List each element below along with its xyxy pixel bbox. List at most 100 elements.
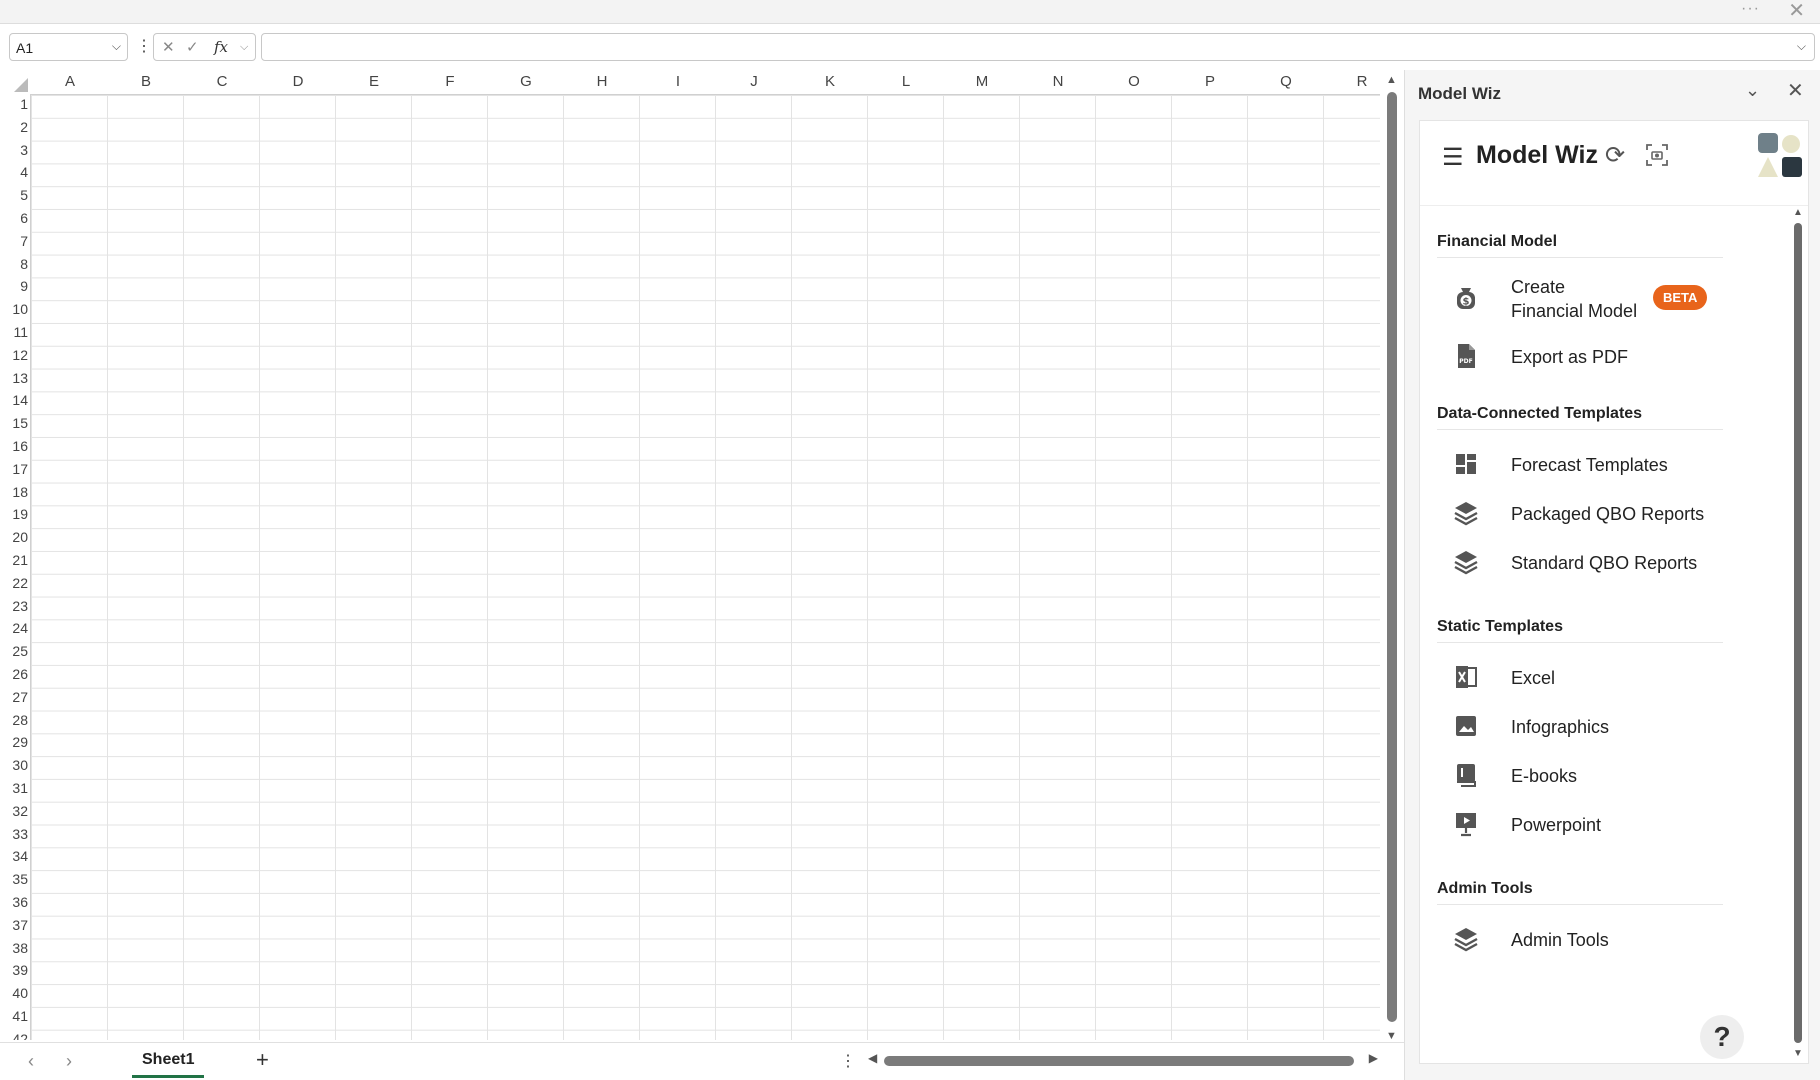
row-header[interactable]: 10	[4, 301, 30, 317]
sheet-tab-sheet1[interactable]: Sheet1	[132, 1047, 205, 1078]
column-header[interactable]: A	[32, 73, 108, 90]
help-button[interactable]: ?	[1700, 1015, 1744, 1059]
row-header[interactable]: 17	[4, 461, 30, 477]
row-header[interactable]: 2	[4, 119, 30, 135]
column-header[interactable]: J	[716, 73, 792, 90]
row-header[interactable]: 40	[4, 985, 30, 1001]
row-header[interactable]: 5	[4, 187, 30, 203]
column-header[interactable]: C	[184, 73, 260, 90]
row-header[interactable]: 11	[4, 324, 30, 340]
enter-icon[interactable]: ✓	[186, 38, 199, 56]
cancel-icon[interactable]: ✕	[162, 38, 175, 56]
row-header[interactable]: 41	[4, 1008, 30, 1024]
forecast-templates-item[interactable]: Forecast Templates	[1437, 443, 1737, 487]
packaged-qbo-reports-item[interactable]: Packaged QBO Reports	[1437, 492, 1737, 536]
screenshot-icon[interactable]	[1646, 144, 1668, 166]
name-box[interactable]: A1 ⌵	[9, 33, 128, 61]
row-header[interactable]: 24	[4, 620, 30, 636]
create-financial-model-item[interactable]: $ Create Financial Model BETA	[1437, 271, 1737, 331]
infographics-item[interactable]: Infographics	[1437, 705, 1737, 749]
row-header[interactable]: 4	[4, 164, 30, 180]
export-as-pdf-item[interactable]: PDF Export as PDF	[1437, 335, 1737, 379]
row-header[interactable]: 13	[4, 370, 30, 386]
standard-qbo-reports-item[interactable]: Standard QBO Reports	[1437, 541, 1737, 585]
row-header[interactable]: 20	[4, 529, 30, 545]
scroll-up-icon[interactable]: ▲	[1386, 74, 1397, 86]
row-header[interactable]: 19	[4, 506, 30, 522]
add-sheet-button[interactable]: +	[256, 1047, 269, 1073]
row-header[interactable]: 9	[4, 278, 30, 294]
admin-tools-item[interactable]: Admin Tools	[1437, 918, 1737, 962]
row-header[interactable]: 25	[4, 643, 30, 659]
column-header[interactable]: P	[1172, 73, 1248, 90]
powerpoint-item[interactable]: Powerpoint	[1437, 803, 1737, 847]
row-header[interactable]: 23	[4, 598, 30, 614]
column-header[interactable]: N	[1020, 73, 1096, 90]
row-header[interactable]: 21	[4, 552, 30, 568]
refresh-icon[interactable]: ⟳	[1605, 141, 1625, 170]
scroll-right-icon[interactable]: ▶	[1369, 1051, 1378, 1065]
horizontal-scrollbar[interactable]: ◀ ▶	[868, 1051, 1378, 1069]
column-header[interactable]: I	[640, 73, 716, 90]
row-header[interactable]: 31	[4, 780, 30, 796]
row-header[interactable]: 32	[4, 803, 30, 819]
select-all-corner[interactable]	[14, 78, 28, 92]
row-header[interactable]: 35	[4, 871, 30, 887]
close-window-icon[interactable]: ✕	[1788, 0, 1805, 23]
row-header[interactable]: 29	[4, 734, 30, 750]
row-header[interactable]: 37	[4, 917, 30, 933]
row-header[interactable]: 26	[4, 666, 30, 682]
next-sheet-icon[interactable]: ›	[66, 1051, 72, 1072]
row-header[interactable]: 34	[4, 848, 30, 864]
excel-item[interactable]: Excel	[1437, 656, 1737, 700]
row-header[interactable]: 1	[4, 96, 30, 112]
sheet-more-icon[interactable]: ⋮	[840, 1051, 856, 1071]
pane-scrollbar[interactable]: ▲ ▼	[1790, 207, 1806, 1059]
scroll-left-icon[interactable]: ◀	[868, 1051, 877, 1065]
scroll-up-icon[interactable]: ▲	[1793, 207, 1803, 218]
column-header[interactable]: H	[564, 73, 640, 90]
row-header[interactable]: 27	[4, 689, 30, 705]
column-header[interactable]: L	[868, 73, 944, 90]
column-header[interactable]: M	[944, 73, 1020, 90]
formula-more-icon[interactable]: ⋮	[136, 36, 152, 56]
column-header[interactable]: O	[1096, 73, 1172, 90]
column-header[interactable]: F	[412, 73, 488, 90]
prev-sheet-icon[interactable]: ‹	[28, 1051, 34, 1072]
row-header[interactable]: 18	[4, 484, 30, 500]
insert-function-icon[interactable]: fx	[214, 38, 228, 56]
chevron-down-icon[interactable]: ⌵	[112, 39, 121, 54]
chevron-down-icon[interactable]: ⌵	[240, 41, 248, 54]
row-header[interactable]: 14	[4, 392, 30, 408]
scroll-down-icon[interactable]: ▼	[1386, 1030, 1397, 1042]
row-header[interactable]: 22	[4, 575, 30, 591]
spreadsheet-grid[interactable]	[30, 94, 1380, 1040]
column-header[interactable]: D	[260, 73, 336, 90]
row-header[interactable]: 39	[4, 962, 30, 978]
row-header[interactable]: 8	[4, 256, 30, 272]
row-header[interactable]: 3	[4, 142, 30, 158]
scroll-thumb[interactable]	[884, 1056, 1354, 1066]
row-header[interactable]: 30	[4, 757, 30, 773]
vertical-scrollbar[interactable]: ▲ ▼	[1384, 74, 1400, 1042]
close-icon[interactable]: ✕	[1787, 78, 1804, 103]
row-header[interactable]: 36	[4, 894, 30, 910]
more-options-icon[interactable]: ···	[1741, 0, 1760, 18]
column-header[interactable]: K	[792, 73, 868, 90]
row-header[interactable]: 16	[4, 438, 30, 454]
row-header[interactable]: 33	[4, 826, 30, 842]
row-header[interactable]: 28	[4, 712, 30, 728]
expand-formula-icon[interactable]: ⌵	[1797, 39, 1806, 54]
e-books-item[interactable]: E-books	[1437, 754, 1737, 798]
row-header[interactable]: 42	[4, 1031, 30, 1040]
formula-input[interactable]: ⌵	[261, 33, 1815, 61]
scroll-thumb[interactable]	[1387, 92, 1397, 1022]
column-header[interactable]: E	[336, 73, 412, 90]
scroll-thumb[interactable]	[1794, 223, 1802, 1043]
row-header[interactable]: 15	[4, 415, 30, 431]
row-header[interactable]: 12	[4, 347, 30, 363]
column-header[interactable]: G	[488, 73, 564, 90]
row-header[interactable]: 7	[4, 233, 30, 249]
column-header[interactable]: B	[108, 73, 184, 90]
row-header[interactable]: 6	[4, 210, 30, 226]
